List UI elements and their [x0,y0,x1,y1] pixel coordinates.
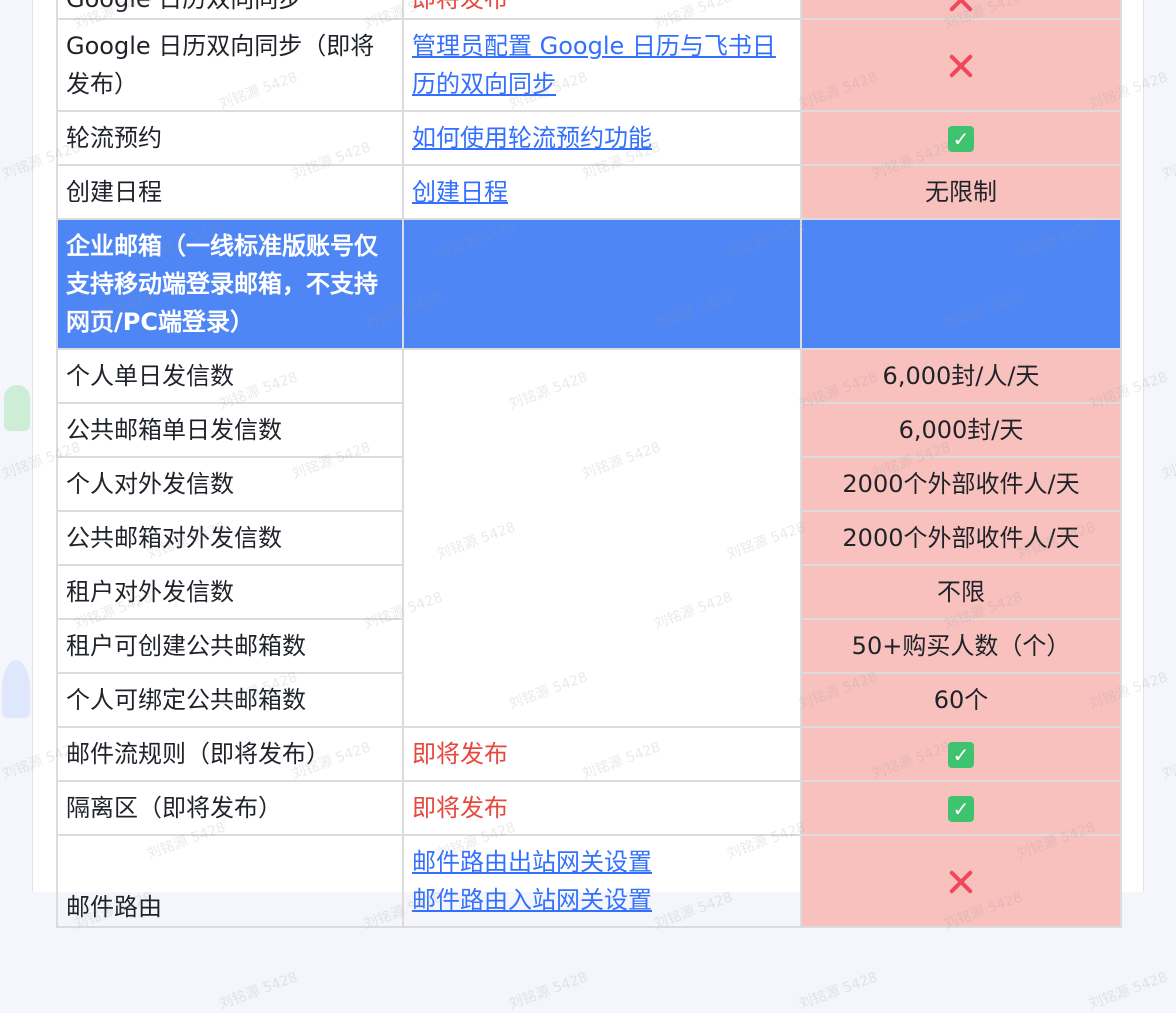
value-cell: 6,000封/人/天 [800,348,1122,404]
table-row: 邮件路由 邮件路由出站网关设置 邮件路由入站网关设置 [56,834,1122,928]
table-row: Google 日历双向同步 即将发布 [56,0,1122,20]
table-row: 个人单日发信数 6,000封/人/天 [56,348,1122,728]
watermark-text: 刘铭源 5428 [1160,139,1176,183]
feature-cell: 公共邮箱单日发信数 [56,402,404,458]
value-cell: ✓ [800,726,1122,782]
value-cell: 6,000封/天 [800,402,1122,458]
doc-link[interactable]: 管理员配置 Google 日历与飞书日历的双向同步 [412,32,776,98]
table-row: 邮件流规则（即将发布） 即将发布 ✓ [56,726,1122,782]
value-cell: 无限制 [800,164,1122,220]
doc-link[interactable]: 创建日程 [412,178,508,206]
value-cell: 不限 [800,564,1122,620]
doc-cell: 即将发布 [402,780,802,836]
feature-cell: 租户对外发信数 [56,564,404,620]
feature-cell: 个人对外发信数 [56,456,404,512]
value-cell: 60个 [800,672,1122,728]
feature-cell: 隔离区（即将发布） [56,780,404,836]
table-row: Google 日历双向同步（即将发布） 管理员配置 Google 日历与飞书日历… [56,18,1122,112]
value-cell: ✓ [800,780,1122,836]
table-row: 创建日程 创建日程 无限制 [56,164,1122,220]
value-cell [800,834,1122,928]
watermark-text: 刘铭源 5428 [1087,969,1170,1013]
doc-link[interactable]: 邮件路由入站网关设置 [412,886,652,914]
value-cell [800,18,1122,112]
feature-cell: Google 日历双向同步 [56,0,404,20]
feature-cell: 个人单日发信数 [56,348,404,404]
cross-icon [948,53,974,79]
table-row: 隔离区（即将发布） 即将发布 ✓ [56,780,1122,836]
check-icon: ✓ [948,742,974,768]
value-cell: 2000个外部收件人/天 [800,456,1122,512]
side-decoration-shape [2,660,30,718]
check-icon: ✓ [948,796,974,822]
feature-cell: 邮件流规则（即将发布） [56,726,404,782]
cross-icon [948,0,974,13]
feature-cell: 个人可绑定公共邮箱数 [56,672,404,728]
value-cell: ✓ [800,110,1122,166]
doc-cell: 管理员配置 Google 日历与飞书日历的双向同步 [402,18,802,112]
value-cell [800,0,1122,20]
doc-cell: 如何使用轮流预约功能 [402,110,802,166]
watermark-text: 刘铭源 5428 [1160,739,1176,783]
feature-cell: 轮流预约 [56,110,404,166]
doc-link[interactable]: 如何使用轮流预约功能 [412,124,652,152]
watermark-text: 刘铭源 5428 [507,969,590,1013]
feature-cell: 邮件路由 [56,834,404,928]
coming-soon-text: 即将发布 [412,794,508,822]
feature-table: Google 日历双向同步 即将发布 Google 日历双向同步（即将发布） 管… [56,0,1122,928]
check-icon: ✓ [948,126,974,152]
side-decoration-shape [4,385,30,431]
coming-soon-text: 即将发布 [412,740,508,768]
doc-cell-merged [402,348,802,728]
doc-cell: 创建日程 [402,164,802,220]
cross-icon [948,869,974,895]
table-row: 轮流预约 如何使用轮流预约功能 ✓ [56,110,1122,166]
watermark-text: 刘铭源 5428 [797,969,880,1013]
value-cell: 50+购买人数（个） [800,618,1122,674]
doc-cell: 即将发布 [402,0,802,20]
feature-cell: Google 日历双向同步（即将发布） [56,18,404,112]
doc-link[interactable]: 邮件路由出站网关设置 [412,848,652,876]
watermark-text: 刘铭源 5428 [217,969,300,1013]
doc-cell: 邮件路由出站网关设置 邮件路由入站网关设置 [402,834,802,928]
section-cell [402,218,802,350]
watermark-text: 刘铭源 5428 [1160,439,1176,483]
feature-cell: 租户可创建公共邮箱数 [56,618,404,674]
section-cell [800,218,1122,350]
feature-cell: 创建日程 [56,164,404,220]
section-title: 企业邮箱（一线标准版账号仅支持移动端登录邮箱，不支持网页/PC端登录） [56,218,404,350]
section-header-row: 企业邮箱（一线标准版账号仅支持移动端登录邮箱，不支持网页/PC端登录） [56,218,1122,350]
value-cell: 2000个外部收件人/天 [800,510,1122,566]
feature-cell: 公共邮箱对外发信数 [56,510,404,566]
coming-soon-text: 即将发布 [412,0,508,13]
doc-cell: 即将发布 [402,726,802,782]
